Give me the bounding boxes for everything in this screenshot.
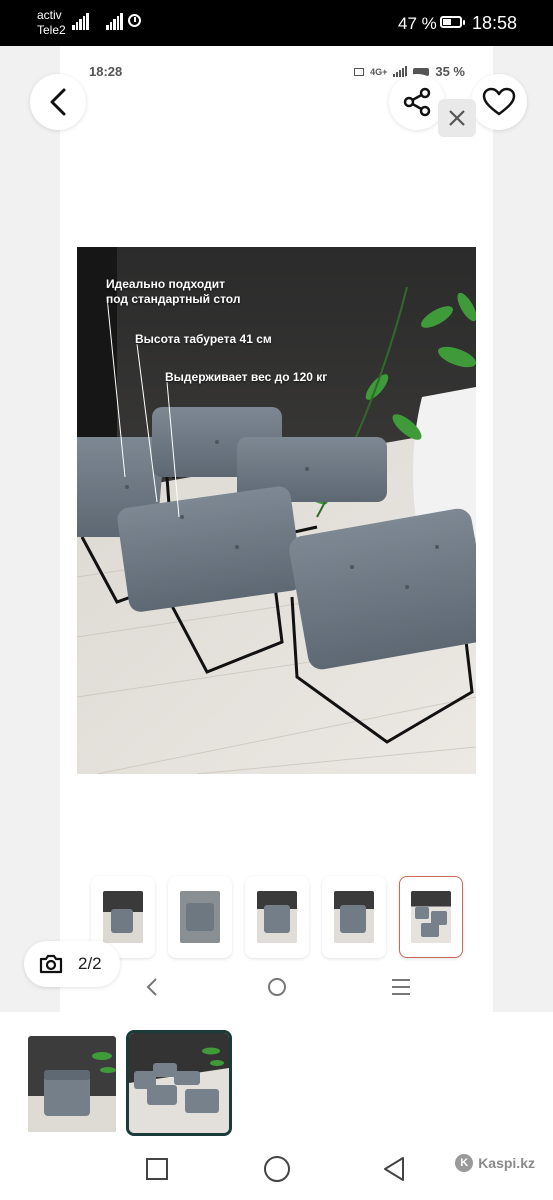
close-icon	[449, 110, 465, 126]
gallery-thumbnail[interactable]	[28, 1036, 116, 1132]
thumbnail-image	[334, 891, 374, 943]
product-image[interactable]: Идеально подходит под стандартный стол Вы…	[77, 247, 476, 774]
kaspi-brand: Kaspi.kz	[478, 1155, 535, 1171]
inner-navigation-bar	[60, 975, 493, 1001]
gallery-thumbnail-image	[28, 1036, 116, 1132]
carrier-info: activ Tele2	[37, 8, 66, 38]
system-navigation-bar: K Kaspi.kz	[0, 1142, 553, 1200]
battery-percent: 47 %	[398, 14, 437, 33]
gallery-thumbnail-image	[129, 1033, 229, 1133]
kaspi-logo-icon: K	[455, 1154, 474, 1172]
share-icon	[403, 87, 431, 117]
inner-battery-percent: 35 %	[435, 64, 465, 79]
kaspi-watermark: K Kaspi.kz	[455, 1154, 535, 1172]
chevron-left-icon	[50, 88, 66, 116]
signal-icon	[106, 12, 123, 30]
thumbnail-image	[180, 891, 220, 943]
carrier-line2: Tele2	[37, 23, 66, 37]
thumbnail-active[interactable]	[399, 876, 463, 958]
clock: 18:58	[472, 13, 518, 33]
caption-fits-table: Идеально подходит под стандартный стол	[106, 277, 240, 307]
signal-icon	[72, 12, 89, 30]
heart-icon	[482, 87, 516, 116]
menu-nav-icon	[392, 979, 410, 995]
thumbnail[interactable]	[168, 876, 232, 958]
product-photo-art	[77, 247, 476, 774]
photo-counter-text: 2/2	[78, 954, 102, 973]
carrier-line1: activ	[37, 8, 62, 22]
caption-height: Высота табурета 41 см	[135, 332, 272, 346]
back-nav-button[interactable]	[382, 1156, 406, 1182]
favorite-button[interactable]	[471, 74, 527, 130]
back-button[interactable]	[30, 74, 86, 130]
gallery-strip	[0, 1012, 553, 1142]
camera-icon	[39, 954, 63, 974]
thumbnail-image	[103, 891, 143, 943]
thumbnail-image	[257, 891, 297, 943]
share-button[interactable]	[389, 74, 445, 130]
back-nav-icon	[146, 978, 157, 996]
thumbnail[interactable]	[245, 876, 309, 958]
home-button[interactable]	[264, 1156, 290, 1182]
gallery-thumbnail-selected[interactable]	[126, 1030, 232, 1136]
network-type: 4G+	[370, 66, 388, 77]
home-nav-icon	[268, 978, 286, 996]
thumbnail[interactable]	[322, 876, 386, 958]
inner-time: 18:28	[89, 64, 123, 79]
close-button[interactable]	[438, 99, 476, 137]
status-bar: activ Tele2 47 % 18:58	[0, 0, 553, 46]
thumbnail-image	[411, 891, 451, 943]
battery-icon	[440, 16, 465, 28]
vibrate-icon	[354, 67, 365, 76]
alarm-icon	[128, 14, 141, 27]
caption-weight: Выдерживает вес до 120 кг	[165, 370, 328, 384]
battery-fill	[443, 19, 451, 25]
recents-button[interactable]	[146, 1158, 168, 1180]
caption-text: Идеально подходит под стандартный стол	[106, 277, 241, 306]
